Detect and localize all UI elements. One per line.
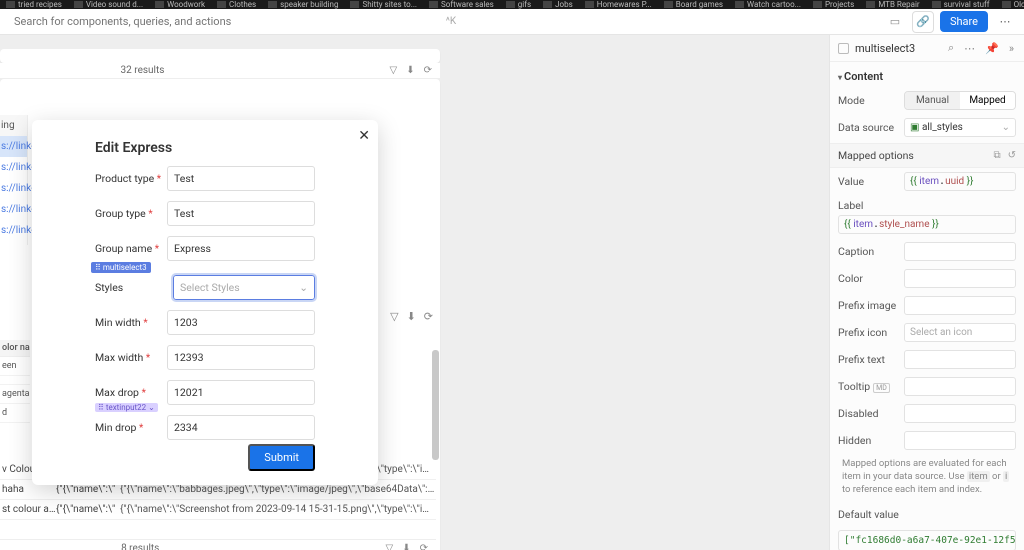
table-row[interactable]: s://link-: [0, 136, 27, 157]
group-name-input[interactable]: [167, 236, 315, 261]
expand-icon[interactable]: »: [1007, 42, 1016, 55]
min-drop-input[interactable]: [167, 415, 315, 440]
data-source-select[interactable]: ▣ all_styles ⌄: [904, 118, 1016, 137]
group-type-label: Group type: [95, 207, 146, 220]
search-icon[interactable]: ⌕: [946, 41, 956, 55]
disabled-input[interactable]: [904, 404, 1016, 423]
results-count: 32 results: [121, 65, 165, 76]
filter-icon[interactable]: ▽: [385, 543, 393, 550]
table-row[interactable]: s://link-: [0, 178, 27, 199]
link-button[interactable]: 🔗: [912, 11, 934, 33]
preview-icon[interactable]: ▭: [884, 11, 906, 33]
refresh-icon[interactable]: ⟳: [420, 543, 428, 550]
group-name-label: Group name: [95, 242, 152, 255]
mode-segmented[interactable]: Manual Mapped: [904, 91, 1016, 110]
edit-modal: ✕ Edit Express Product type * Group type…: [32, 120, 378, 485]
prefix-icon-select[interactable]: Select an icon: [904, 323, 1016, 342]
search-input[interactable]: [8, 11, 436, 32]
bookmark-item[interactable]: Board games: [664, 0, 723, 9]
component-tag[interactable]: ⠿ multiselect3: [91, 262, 151, 273]
submit-button[interactable]: Submit: [248, 444, 315, 471]
label-input[interactable]: {{ item.style_name }}: [838, 215, 1016, 234]
mapped-options-help: Mapped options are evaluated for each it…: [830, 454, 1024, 504]
textinput-tag[interactable]: ⠿ textinput22 ⌄: [95, 403, 158, 412]
filter-icon[interactable]: ▽: [390, 65, 398, 76]
search-shortcut: ^K: [446, 16, 456, 27]
prefix-image-input[interactable]: [904, 296, 1016, 315]
prefix-text-input[interactable]: [904, 350, 1016, 369]
copy-icon[interactable]: ⧉: [993, 150, 1000, 161]
min-width-label: Min width: [95, 316, 141, 329]
left-strip: ing s://link- s://link- s://link- s://li…: [0, 115, 28, 245]
bookmark-item[interactable]: Old compute...: [1002, 0, 1024, 9]
filter-icon[interactable]: ▽: [390, 310, 398, 323]
min-width-input[interactable]: [167, 310, 315, 335]
styles-multiselect[interactable]: Select Styles ⌄: [173, 275, 315, 300]
bookmark-item[interactable]: gifs: [506, 0, 531, 9]
min-drop-label: Min drop: [95, 421, 136, 434]
bookmark-item[interactable]: Software sales: [429, 0, 494, 9]
download-icon[interactable]: ⬇: [402, 543, 410, 550]
bookmark-item[interactable]: MTB Repair: [866, 0, 919, 9]
lower-results-footer: 8 results ▽ ⬇ ⟳: [0, 539, 436, 550]
max-width-input[interactable]: [167, 345, 315, 370]
reset-icon[interactable]: ↺: [1008, 150, 1016, 161]
scrollbar[interactable]: [432, 350, 439, 460]
bookmark-item[interactable]: speaker building: [268, 0, 338, 9]
component-checkbox[interactable]: [838, 43, 849, 54]
caption-input[interactable]: [904, 242, 1016, 261]
product-type-input[interactable]: [167, 166, 315, 191]
value-input[interactable]: {{ item.uuid }}: [904, 172, 1016, 191]
bookmark-item[interactable]: Homewares P...: [585, 0, 652, 9]
color-input[interactable]: [904, 269, 1016, 288]
product-type-label: Product type: [95, 172, 154, 185]
inspector-panel: multiselect3 ⌕ ⋯ 📌 » Content Mode Manual…: [829, 35, 1024, 550]
table-row[interactable]: s://link-: [0, 220, 27, 241]
bookmark-bar: tried recipes Video sound d... Woodwork …: [0, 0, 1024, 9]
group-type-input[interactable]: [167, 201, 315, 226]
component-name[interactable]: multiselect3: [855, 42, 940, 55]
bookmark-item[interactable]: Projects: [813, 0, 854, 9]
pin-icon[interactable]: 📌: [983, 42, 1001, 55]
bookmark-item[interactable]: tried recipes: [6, 0, 62, 9]
bookmark-item[interactable]: survival stuff: [932, 0, 990, 9]
content-section[interactable]: Content: [830, 62, 1024, 87]
table-row[interactable]: st colour a... {"{\"name\":\" {"{\"name\…: [0, 500, 436, 520]
styles-label: Styles: [95, 281, 123, 294]
share-button[interactable]: Share: [940, 11, 988, 32]
mapped-options-header: Mapped options ⧉↺: [830, 143, 1024, 168]
bookmark-item[interactable]: Video sound d...: [74, 0, 143, 9]
lower-results-count: 8 results: [121, 543, 159, 550]
refresh-icon[interactable]: ⟳: [424, 65, 432, 76]
bookmark-item[interactable]: Woodwork: [155, 0, 205, 9]
refresh-icon[interactable]: ⟳: [424, 310, 433, 323]
modal-title: Edit Express: [95, 140, 315, 156]
table-row[interactable]: s://link-: [0, 157, 27, 178]
close-icon[interactable]: ✕: [358, 128, 370, 144]
max-width-label: Max width: [95, 351, 143, 364]
bookmark-item[interactable]: Clothes: [217, 0, 256, 9]
bookmark-item[interactable]: Shitty sites to...: [350, 0, 417, 9]
more-icon[interactable]: ⋯: [962, 42, 977, 55]
app-toolbar: ^K ▭ 🔗 Share ⋯: [0, 9, 1024, 35]
more-menu-icon[interactable]: ⋯: [994, 11, 1016, 33]
max-drop-input[interactable]: [167, 380, 315, 405]
download-icon[interactable]: ⬇: [407, 310, 416, 323]
results-header: 32 results ▽ ⬇ ⟳: [0, 63, 440, 79]
default-value-input[interactable]: ["fc1686d0-a6a7-407e-92e1-12f579de283"]: [838, 530, 1016, 550]
download-icon[interactable]: ⬇: [406, 65, 414, 76]
tooltip-input[interactable]: [904, 377, 1016, 396]
canvas: 32 results ▽ ⬇ ⟳ ing s://link- s://link-…: [0, 35, 829, 550]
left-strip-heading: ing: [0, 115, 27, 136]
hidden-input[interactable]: [904, 431, 1016, 450]
color-strip: olor nam een agenta d: [0, 340, 30, 423]
chevron-down-icon: ⌄: [299, 281, 308, 294]
bookmark-item[interactable]: Watch cartoo...: [735, 0, 801, 9]
table-row[interactable]: s://link-: [0, 199, 27, 220]
max-drop-label: Max drop: [95, 386, 139, 399]
inner-table-toolbar: ▽ ⬇ ⟳: [375, 310, 437, 323]
bookmark-item[interactable]: Jobs: [543, 0, 573, 9]
